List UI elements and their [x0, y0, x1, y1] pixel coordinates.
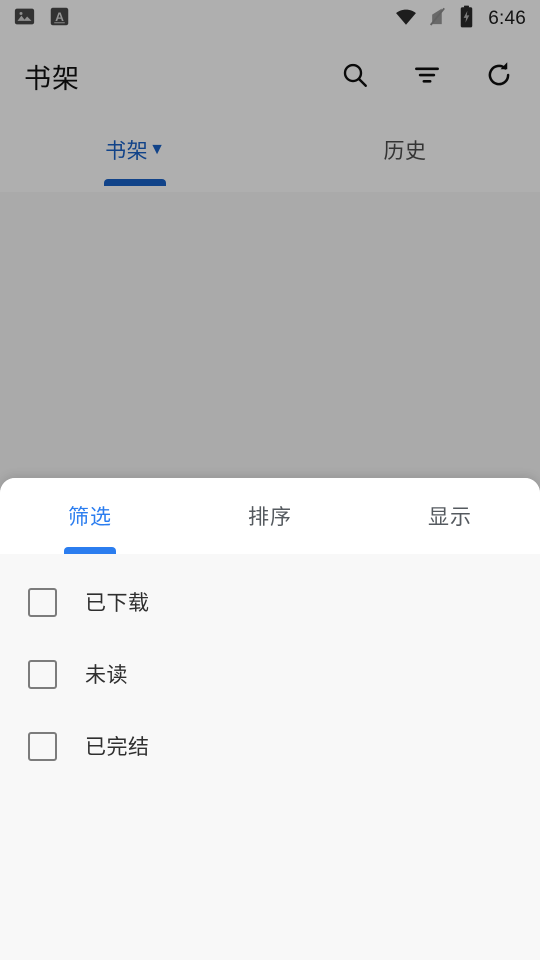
sheet-tab-bar: 筛选 排序 显示	[0, 478, 540, 554]
filter-bottom-sheet: 筛选 排序 显示 已下载 未读 已完结	[0, 478, 540, 960]
filter-list: 已下载 未读 已完结	[0, 554, 540, 960]
checkbox-unread[interactable]	[28, 659, 57, 689]
sheet-tab-display-label: 显示	[428, 506, 472, 529]
sheet-tab-filter[interactable]: 筛选	[0, 478, 180, 554]
sheet-tab-display[interactable]: 显示	[360, 478, 540, 554]
sheet-tab-active-indicator	[64, 547, 116, 554]
checkbox-downloaded[interactable]	[28, 587, 57, 617]
sheet-tab-sort-label: 排序	[248, 506, 292, 529]
sheet-scrim-top[interactable]	[0, 0, 540, 192]
phone-screen: A 6:46 书架 书架 ▼ 历史 筛选 排序 显示 已下载 未读 已完结	[0, 0, 540, 960]
sheet-tab-sort[interactable]: 排序	[180, 478, 360, 554]
filter-row-completed[interactable]: 已完结	[0, 710, 540, 782]
filter-row-unread-label: 未读	[85, 664, 128, 687]
sheet-tab-filter-label: 筛选	[68, 506, 112, 529]
filter-row-completed-label: 已完结	[85, 736, 150, 759]
filter-row-unread[interactable]: 未读	[0, 638, 540, 710]
filter-row-downloaded[interactable]: 已下载	[0, 566, 540, 638]
filter-row-downloaded-label: 已下载	[85, 592, 150, 615]
checkbox-completed[interactable]	[28, 731, 57, 761]
